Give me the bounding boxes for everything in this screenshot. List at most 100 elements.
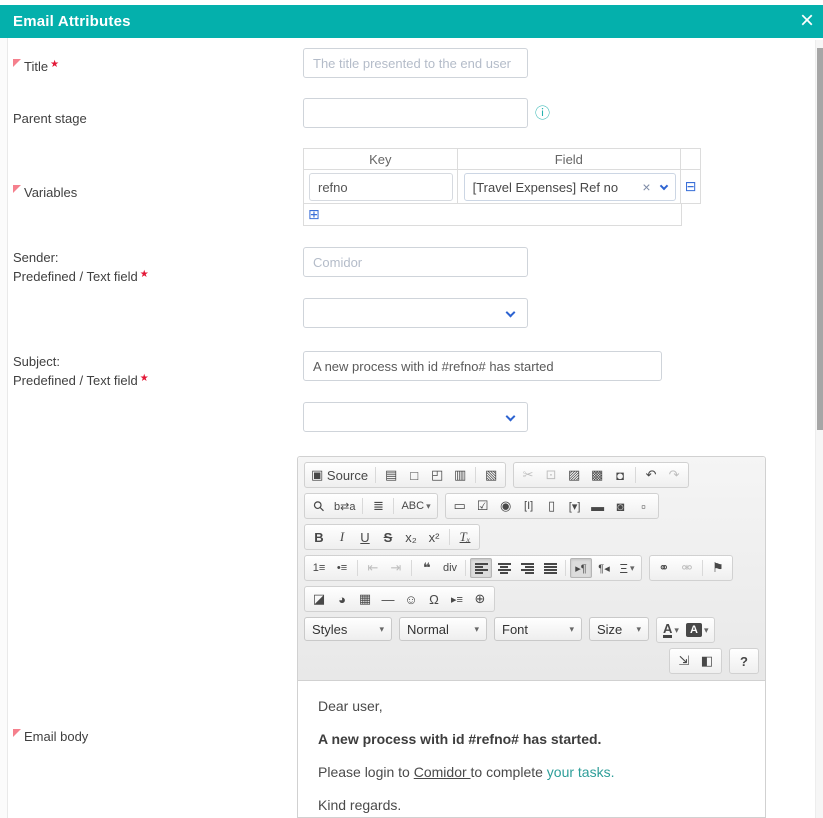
button-field-icon[interactable]: ▬: [587, 496, 609, 516]
iframe-icon[interactable]: ⊕: [469, 589, 491, 609]
spellcheck-button[interactable]: ABC▾: [398, 496, 433, 516]
paste-text-icon[interactable]: ▩: [586, 465, 608, 485]
font-dropdown[interactable]: Font▾: [494, 617, 582, 641]
page-break-icon[interactable]: ▸≡: [446, 589, 468, 609]
scrollbar-thumb[interactable]: [817, 48, 823, 430]
checkbox-icon[interactable]: ☑: [472, 496, 494, 516]
bold-icon[interactable]: B: [308, 527, 330, 547]
subject-sublabel: Predefined / Text field★: [13, 373, 149, 388]
text-color-button[interactable]: A▾: [660, 620, 682, 640]
image-button-icon[interactable]: ◙: [610, 496, 632, 516]
variables-label: Variables: [13, 185, 77, 200]
column-header-actions: [681, 149, 700, 169]
blockquote-icon[interactable]: ❝: [416, 558, 438, 578]
cut-icon[interactable]: ✂: [517, 465, 539, 485]
body-paragraph: Please login to Comidor to complete your…: [318, 764, 745, 780]
comidor-link[interactable]: Comidor: [414, 764, 471, 780]
italic-icon[interactable]: I: [331, 527, 353, 547]
unlink-icon[interactable]: ⚮: [676, 558, 698, 578]
replace-icon[interactable]: b⇄a: [331, 496, 358, 516]
textarea-icon[interactable]: ▯: [541, 496, 563, 516]
bg-color-button[interactable]: A▾: [683, 620, 711, 640]
form-icon[interactable]: ▭: [449, 496, 471, 516]
new-page-icon[interactable]: □: [403, 465, 425, 485]
editor-toolbar: ▣ Source ▤ □ ◰ ▥ ▧ ✂ ⊡ ▨ ▩ ◘ ↶: [298, 457, 765, 681]
paste-word-icon[interactable]: ◘: [609, 465, 631, 485]
styles-dropdown[interactable]: Styles▾: [304, 617, 392, 641]
anchor-icon[interactable]: ⚑: [707, 558, 729, 578]
link-icon[interactable]: ⚭: [653, 558, 675, 578]
outdent-icon[interactable]: ⇤: [362, 558, 384, 578]
title-label: Title★: [13, 59, 59, 74]
size-dropdown[interactable]: Size▾: [589, 617, 649, 641]
indent-icon[interactable]: ⇥: [385, 558, 407, 578]
variables-table: Key Field [Travel Expenses] Ref no × ⊟ ⊞: [303, 148, 701, 226]
sender-sublabel: Predefined / Text field★: [13, 269, 149, 284]
select-all-icon[interactable]: ≣: [367, 496, 389, 516]
underline-icon[interactable]: U: [354, 527, 376, 547]
your-tasks-link[interactable]: your tasks: [547, 764, 611, 780]
find-icon[interactable]: ⚲: [308, 496, 330, 516]
radio-icon[interactable]: ◉: [495, 496, 517, 516]
preview-icon[interactable]: ◰: [426, 465, 448, 485]
align-left-icon[interactable]: [470, 558, 492, 578]
remove-row-button[interactable]: ⊟: [685, 180, 697, 193]
table-icon[interactable]: ▦: [354, 589, 376, 609]
sender-type-select[interactable]: [303, 298, 528, 328]
align-justify-icon[interactable]: [539, 558, 561, 578]
chevron-down-icon[interactable]: [659, 181, 667, 189]
numbered-list-icon[interactable]: 1≡: [308, 558, 330, 578]
format-dropdown[interactable]: Normal▾: [399, 617, 487, 641]
remove-format-icon[interactable]: Tₓ: [454, 527, 476, 547]
variable-key-input[interactable]: [309, 173, 453, 201]
superscript-icon[interactable]: x²: [423, 527, 445, 547]
variable-field-select[interactable]: [Travel Expenses] Ref no ×: [464, 173, 676, 201]
parent-stage-label: Parent stage: [13, 111, 87, 126]
about-button[interactable]: ?: [733, 651, 755, 671]
div-container-icon[interactable]: div: [439, 558, 461, 578]
source-button[interactable]: ▣ Source: [308, 465, 371, 485]
editor-body[interactable]: Dear user, A new process with id #refno#…: [298, 681, 765, 818]
paste-icon[interactable]: ▨: [563, 465, 585, 485]
text-field-icon[interactable]: [I]: [518, 496, 540, 516]
subscript-icon[interactable]: x₂: [400, 527, 422, 547]
show-blocks-icon[interactable]: ◧: [696, 651, 718, 671]
body-paragraph: A new process with id #refno# has starte…: [318, 731, 745, 747]
redo-icon[interactable]: ↷: [663, 465, 685, 485]
maximize-icon[interactable]: ⇲: [673, 651, 695, 671]
hidden-field-icon[interactable]: ▫: [633, 496, 655, 516]
align-right-icon[interactable]: [516, 558, 538, 578]
parent-stage-input[interactable]: [303, 98, 528, 128]
strikethrough-icon[interactable]: S: [377, 527, 399, 547]
horizontal-rule-icon[interactable]: ―: [377, 589, 399, 609]
ltr-icon[interactable]: ▸¶: [570, 558, 592, 578]
save-icon[interactable]: ▤: [380, 465, 402, 485]
language-button[interactable]: Ξ▾: [616, 558, 638, 578]
add-row-button[interactable]: ⊞: [308, 208, 320, 221]
info-icon[interactable]: ⓘ: [535, 106, 550, 121]
modal-scrollbar[interactable]: [815, 40, 823, 818]
body-paragraph: Kind regards.: [318, 797, 745, 813]
print-icon[interactable]: ▥: [449, 465, 471, 485]
templates-icon[interactable]: ▧: [480, 465, 502, 485]
sender-label: Sender:: [13, 250, 59, 265]
chevron-down-icon: [506, 412, 516, 422]
chevron-down-icon: [506, 308, 516, 318]
smiley-icon[interactable]: ☺: [400, 589, 422, 609]
sender-input[interactable]: [303, 247, 528, 277]
special-char-icon[interactable]: Ω: [423, 589, 445, 609]
undo-icon[interactable]: ↶: [640, 465, 662, 485]
image-icon[interactable]: ◪: [308, 589, 330, 609]
clear-selection-icon[interactable]: ×: [642, 179, 650, 195]
copy-icon[interactable]: ⊡: [540, 465, 562, 485]
title-input[interactable]: [303, 48, 528, 78]
select-field-icon[interactable]: [▾]: [564, 496, 586, 516]
flash-icon[interactable]: ◕: [331, 589, 353, 609]
body-paragraph: Dear user,: [318, 698, 745, 714]
close-icon[interactable]: ×: [800, 8, 814, 34]
align-center-icon[interactable]: [493, 558, 515, 578]
bullet-list-icon[interactable]: •≡: [331, 558, 353, 578]
subject-type-select[interactable]: [303, 402, 528, 432]
subject-input[interactable]: [303, 351, 662, 381]
rtl-icon[interactable]: ¶◂: [593, 558, 615, 578]
